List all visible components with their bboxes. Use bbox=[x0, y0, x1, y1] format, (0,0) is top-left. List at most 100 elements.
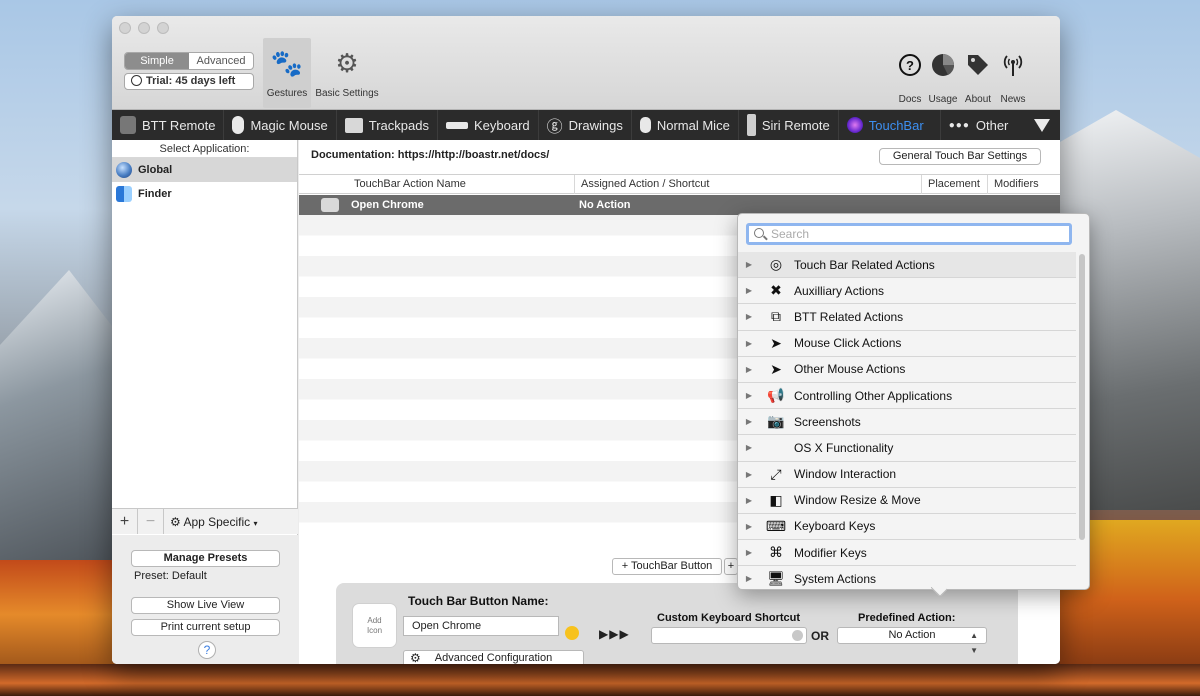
show-live-view-button[interactable]: Show Live View bbox=[131, 597, 280, 614]
app-item-global[interactable]: Global bbox=[112, 158, 297, 182]
toolbar-docs[interactable]: ? Docs bbox=[893, 52, 927, 105]
mode-advanced[interactable]: Advanced bbox=[189, 53, 253, 69]
custom-shortcut-field[interactable] bbox=[651, 627, 807, 644]
disclosure-triangle-icon[interactable]: ▶ bbox=[740, 339, 758, 348]
toolbar-usage[interactable]: Usage bbox=[926, 52, 960, 105]
tab-overflow-arrow-icon[interactable] bbox=[1034, 119, 1050, 132]
action-category-item[interactable]: ▶ ⌨ Keyboard Keys bbox=[738, 514, 1076, 541]
add-icon-label-1: Add bbox=[367, 616, 382, 625]
action-category-item[interactable]: ▶ ➤ Mouse Click Actions bbox=[738, 331, 1076, 357]
mode-simple[interactable]: Simple bbox=[125, 53, 189, 69]
action-category-item[interactable]: ▶ ⤢ Window Interaction bbox=[738, 462, 1076, 488]
emoji-picker-icon[interactable] bbox=[565, 626, 579, 640]
remove-app-button[interactable]: − bbox=[138, 509, 164, 534]
general-touchbar-settings-button[interactable]: General Touch Bar Settings bbox=[879, 148, 1041, 165]
disclosure-triangle-icon[interactable]: ▶ bbox=[740, 548, 758, 557]
toolbar-basic-settings[interactable]: ⚙ Basic Settings bbox=[314, 38, 380, 108]
button-name-field[interactable]: Open Chrome bbox=[403, 616, 559, 636]
popover-scrollbar[interactable] bbox=[1079, 254, 1085, 540]
tab-other[interactable]: ●●● Other bbox=[941, 110, 1017, 140]
cursor-icon: ➤ bbox=[770, 334, 782, 351]
toolbar-news[interactable]: News bbox=[996, 52, 1030, 105]
drawing-icon: ⓖ bbox=[546, 119, 563, 136]
tab-touchbar[interactable]: TouchBar bbox=[839, 110, 941, 140]
disclosure-triangle-icon[interactable]: ▶ bbox=[740, 286, 758, 295]
tab-label: Trackpads bbox=[368, 117, 429, 133]
column-divider bbox=[921, 175, 922, 194]
tab-magic-mouse[interactable]: Magic Mouse bbox=[224, 110, 337, 140]
disclosure-triangle-icon[interactable]: ▶ bbox=[740, 443, 758, 452]
wallpaper-lake bbox=[0, 664, 1200, 696]
app-specific-menu[interactable]: ⚙ App Specific ▾ bbox=[164, 515, 258, 529]
app-item-label: Finder bbox=[138, 188, 172, 200]
disclosure-triangle-icon[interactable]: ▶ bbox=[740, 574, 758, 583]
tab-trackpads[interactable]: Trackpads bbox=[337, 110, 438, 140]
action-category-label: Controlling Other Applications bbox=[794, 388, 953, 403]
wallpaper-mountain-left bbox=[0, 270, 115, 570]
toolbar-about[interactable]: About bbox=[961, 52, 995, 105]
clear-field-icon[interactable] bbox=[792, 630, 803, 641]
action-category-item[interactable]: ▶ 📷 Screenshots bbox=[738, 409, 1076, 436]
abc-key-icon: ⌨ bbox=[765, 517, 787, 534]
disclosure-triangle-icon[interactable]: ▶ bbox=[740, 312, 758, 321]
action-category-item[interactable]: ▶ ✖ Auxilliary Actions bbox=[738, 278, 1076, 305]
manage-presets-button[interactable]: Manage Presets bbox=[131, 550, 280, 567]
add-group-button[interactable]: + bbox=[724, 558, 738, 575]
tab-drawings[interactable]: ⓖ Drawings bbox=[539, 110, 632, 140]
action-search-input[interactable]: Search bbox=[746, 223, 1072, 245]
question-circle-icon: ? bbox=[899, 54, 921, 76]
action-category-item[interactable]: ▶ 📢 Controlling Other Applications bbox=[738, 383, 1076, 410]
minimize-window-button[interactable] bbox=[138, 22, 150, 34]
tab-normal-mice[interactable]: Normal Mice bbox=[632, 110, 739, 140]
gear-icon: ⚙ bbox=[410, 651, 421, 664]
disclosure-triangle-icon[interactable]: ▶ bbox=[740, 417, 758, 426]
close-window-button[interactable] bbox=[119, 22, 131, 34]
disclosure-triangle-icon[interactable]: ▶ bbox=[740, 470, 758, 479]
paw-icon: 🐾 bbox=[270, 48, 304, 78]
action-category-item[interactable]: ▶ ➤ Other Mouse Actions bbox=[738, 357, 1076, 383]
advanced-configuration-button[interactable]: ⚙ Advanced Configuration bbox=[403, 650, 584, 664]
toolbar-gestures[interactable]: 🐾 Gestures bbox=[263, 38, 311, 108]
remote-icon bbox=[120, 116, 136, 134]
disclosure-triangle-icon[interactable]: ▶ bbox=[740, 365, 758, 374]
action-category-item[interactable]: ▶ ◎ Touch Bar Related Actions bbox=[738, 252, 1076, 279]
arrows-icon: ▶▶▶ bbox=[599, 627, 630, 641]
antenna-icon bbox=[1003, 55, 1023, 76]
tab-label: Magic Mouse bbox=[250, 117, 328, 133]
action-category-item[interactable]: ▶ ⧉ BTT Related Actions bbox=[738, 304, 1076, 331]
column-header-modifiers[interactable]: Modifiers bbox=[994, 178, 1039, 190]
help-button[interactable]: ? bbox=[198, 641, 216, 659]
tab-label: BTT Remote bbox=[142, 117, 216, 133]
tab-btt-remote[interactable]: BTT Remote bbox=[112, 110, 225, 140]
chevron-down-icon: ▾ bbox=[253, 518, 258, 528]
action-category-item[interactable]: ▶ OS X Functionality bbox=[738, 435, 1076, 462]
disclosure-triangle-icon[interactable]: ▶ bbox=[740, 391, 758, 400]
predefined-action-select[interactable]: No Action ▲ ▼ bbox=[837, 627, 987, 655]
print-setup-button[interactable]: Print current setup bbox=[131, 619, 280, 636]
action-category-item[interactable]: ▶ ◧ Window Resize & Move bbox=[738, 488, 1076, 514]
app-item-finder[interactable]: Finder bbox=[112, 182, 297, 206]
documentation-link[interactable]: Documentation: https://http://boastr.net… bbox=[311, 149, 549, 161]
column-header-assigned[interactable]: Assigned Action / Shortcut bbox=[581, 178, 709, 190]
action-category-item[interactable]: ▶ ⌘ Modifier Keys bbox=[738, 540, 1076, 567]
tab-label: Drawings bbox=[568, 117, 623, 133]
tag-icon bbox=[968, 55, 988, 75]
tab-siri-remote[interactable]: Siri Remote bbox=[739, 110, 839, 140]
add-app-button[interactable]: + bbox=[112, 509, 138, 534]
action-category-label: Other Mouse Actions bbox=[794, 362, 906, 377]
disclosure-triangle-icon[interactable]: ▶ bbox=[740, 496, 758, 505]
row-action-name: Open Chrome bbox=[351, 199, 424, 211]
add-icon-button[interactable]: Add Icon bbox=[352, 603, 397, 648]
column-header-name[interactable]: TouchBar Action Name bbox=[354, 178, 466, 190]
trial-button[interactable]: Trial: 45 days left bbox=[124, 73, 254, 90]
disclosure-triangle-icon[interactable]: ▶ bbox=[740, 522, 758, 531]
zoom-window-button[interactable] bbox=[157, 22, 169, 34]
mouse-icon bbox=[639, 117, 651, 133]
advanced-configuration-label: Advanced Configuration bbox=[434, 652, 553, 664]
action-category-item[interactable]: ▶ 🖥 System Actions bbox=[738, 566, 1076, 589]
table-row-selected[interactable]: Open Chrome No Action bbox=[299, 195, 1060, 215]
tab-keyboard[interactable]: Keyboard bbox=[438, 110, 539, 140]
add-touchbar-button[interactable]: + TouchBar Button bbox=[612, 558, 722, 575]
column-header-placement[interactable]: Placement bbox=[928, 178, 980, 190]
disclosure-triangle-icon[interactable]: ▶ bbox=[740, 260, 758, 269]
